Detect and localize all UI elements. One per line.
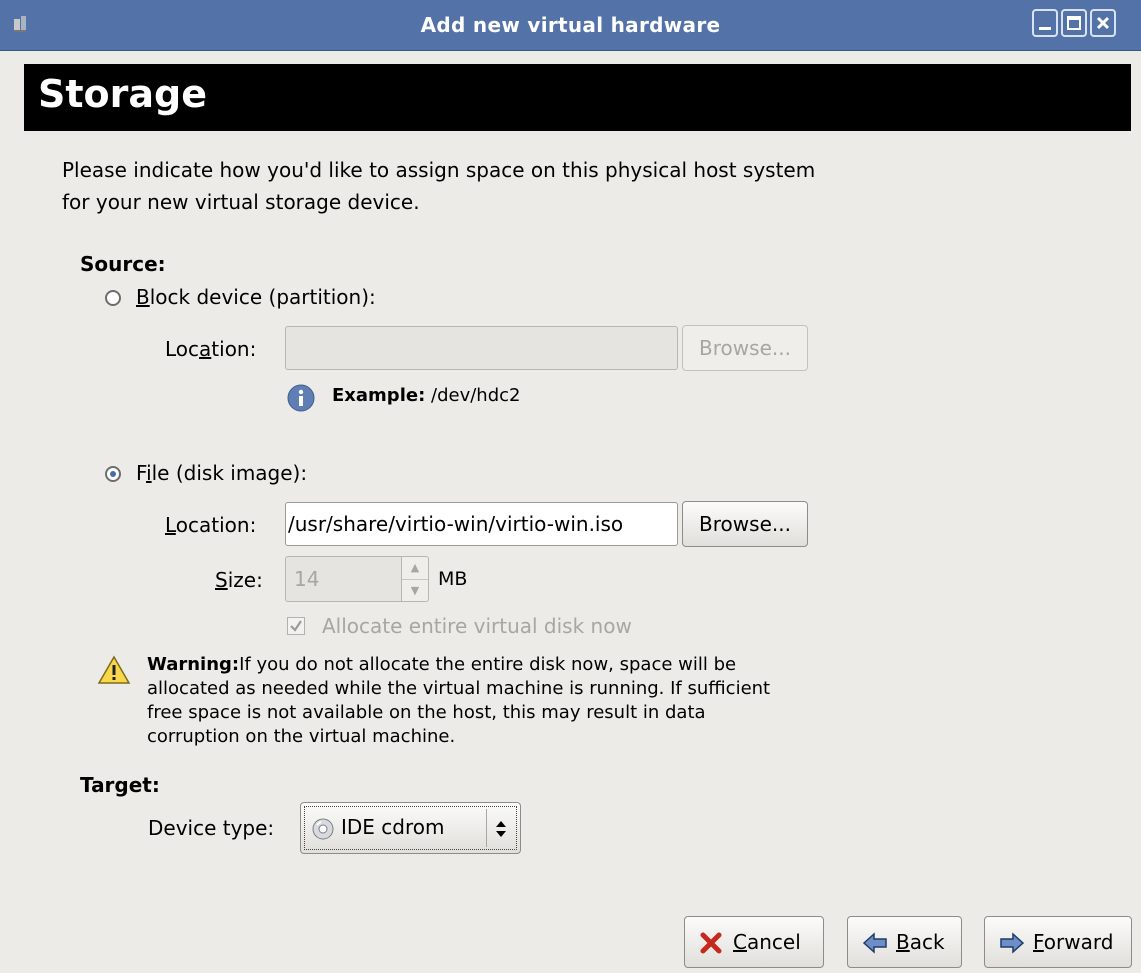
source-heading: Source: [80, 252, 166, 276]
increment-icon[interactable]: ▲ [402, 557, 428, 579]
forward-label: Forward [1033, 930, 1114, 954]
warning-text: Warning:If you do not allocate the entir… [147, 654, 771, 747]
intro-text: Please indicate how you'd like to assign… [62, 158, 816, 214]
maximize-button[interactable] [1061, 9, 1087, 37]
page-header: Storage [24, 64, 1131, 131]
file-location-label: Location: [165, 513, 257, 537]
page-title: Storage [38, 72, 207, 116]
cdrom-icon [312, 818, 334, 840]
minimize-icon [1039, 27, 1051, 30]
file-location-input[interactable]: /usr/share/virtio-win/virtio-win.iso [285, 502, 678, 546]
block-device-radio[interactable] [105, 290, 121, 306]
maximize-icon [1067, 16, 1081, 30]
close-icon [1096, 16, 1110, 30]
window-titlebar[interactable]: Add new virtual hardware [0, 0, 1141, 51]
allocate-checkbox[interactable] [287, 617, 305, 635]
warning-icon [97, 655, 131, 684]
size-spinbutton[interactable]: 14 ▲ ▼ [285, 556, 429, 602]
size-input[interactable]: 14 [285, 556, 402, 602]
minimize-button[interactable] [1032, 9, 1058, 37]
combo-separator [486, 809, 487, 847]
updown-arrows-icon [496, 821, 506, 837]
block-location-label: Location: [165, 337, 257, 361]
forward-button[interactable]: Forward [984, 916, 1132, 968]
device-type-label: Device type: [148, 816, 275, 840]
target-heading: Target: [80, 773, 160, 797]
block-location-input[interactable] [285, 326, 678, 370]
cancel-icon [700, 932, 722, 954]
window-title: Add new virtual hardware [420, 13, 721, 37]
decrement-icon[interactable]: ▼ [402, 579, 428, 602]
cancel-label: Cancel [733, 930, 801, 954]
example-hint: Example: /dev/hdc2 [332, 385, 521, 406]
size-stepper[interactable]: ▲ ▼ [402, 556, 429, 602]
info-icon [287, 384, 315, 412]
size-label: Size: [215, 568, 263, 592]
size-unit: MB [438, 568, 468, 590]
back-label: Back [896, 930, 945, 954]
block-browse-button[interactable]: Browse... [682, 325, 808, 371]
file-label[interactable]: File (disk image): [136, 461, 307, 485]
device-type-select[interactable]: IDE cdrom [300, 802, 521, 854]
checkmark-icon [290, 620, 302, 632]
cancel-button[interactable]: Cancel [684, 916, 824, 968]
back-arrow-icon [862, 932, 887, 954]
back-button[interactable]: Back [847, 916, 962, 968]
device-type-value: IDE cdrom [341, 815, 445, 839]
file-browse-button[interactable]: Browse... [682, 501, 808, 547]
close-button[interactable] [1090, 9, 1116, 37]
allocate-label[interactable]: Allocate entire virtual disk now [322, 614, 632, 638]
forward-arrow-icon [1000, 932, 1025, 954]
block-device-label[interactable]: Block device (partition): [136, 285, 376, 309]
file-radio[interactable] [105, 466, 121, 482]
